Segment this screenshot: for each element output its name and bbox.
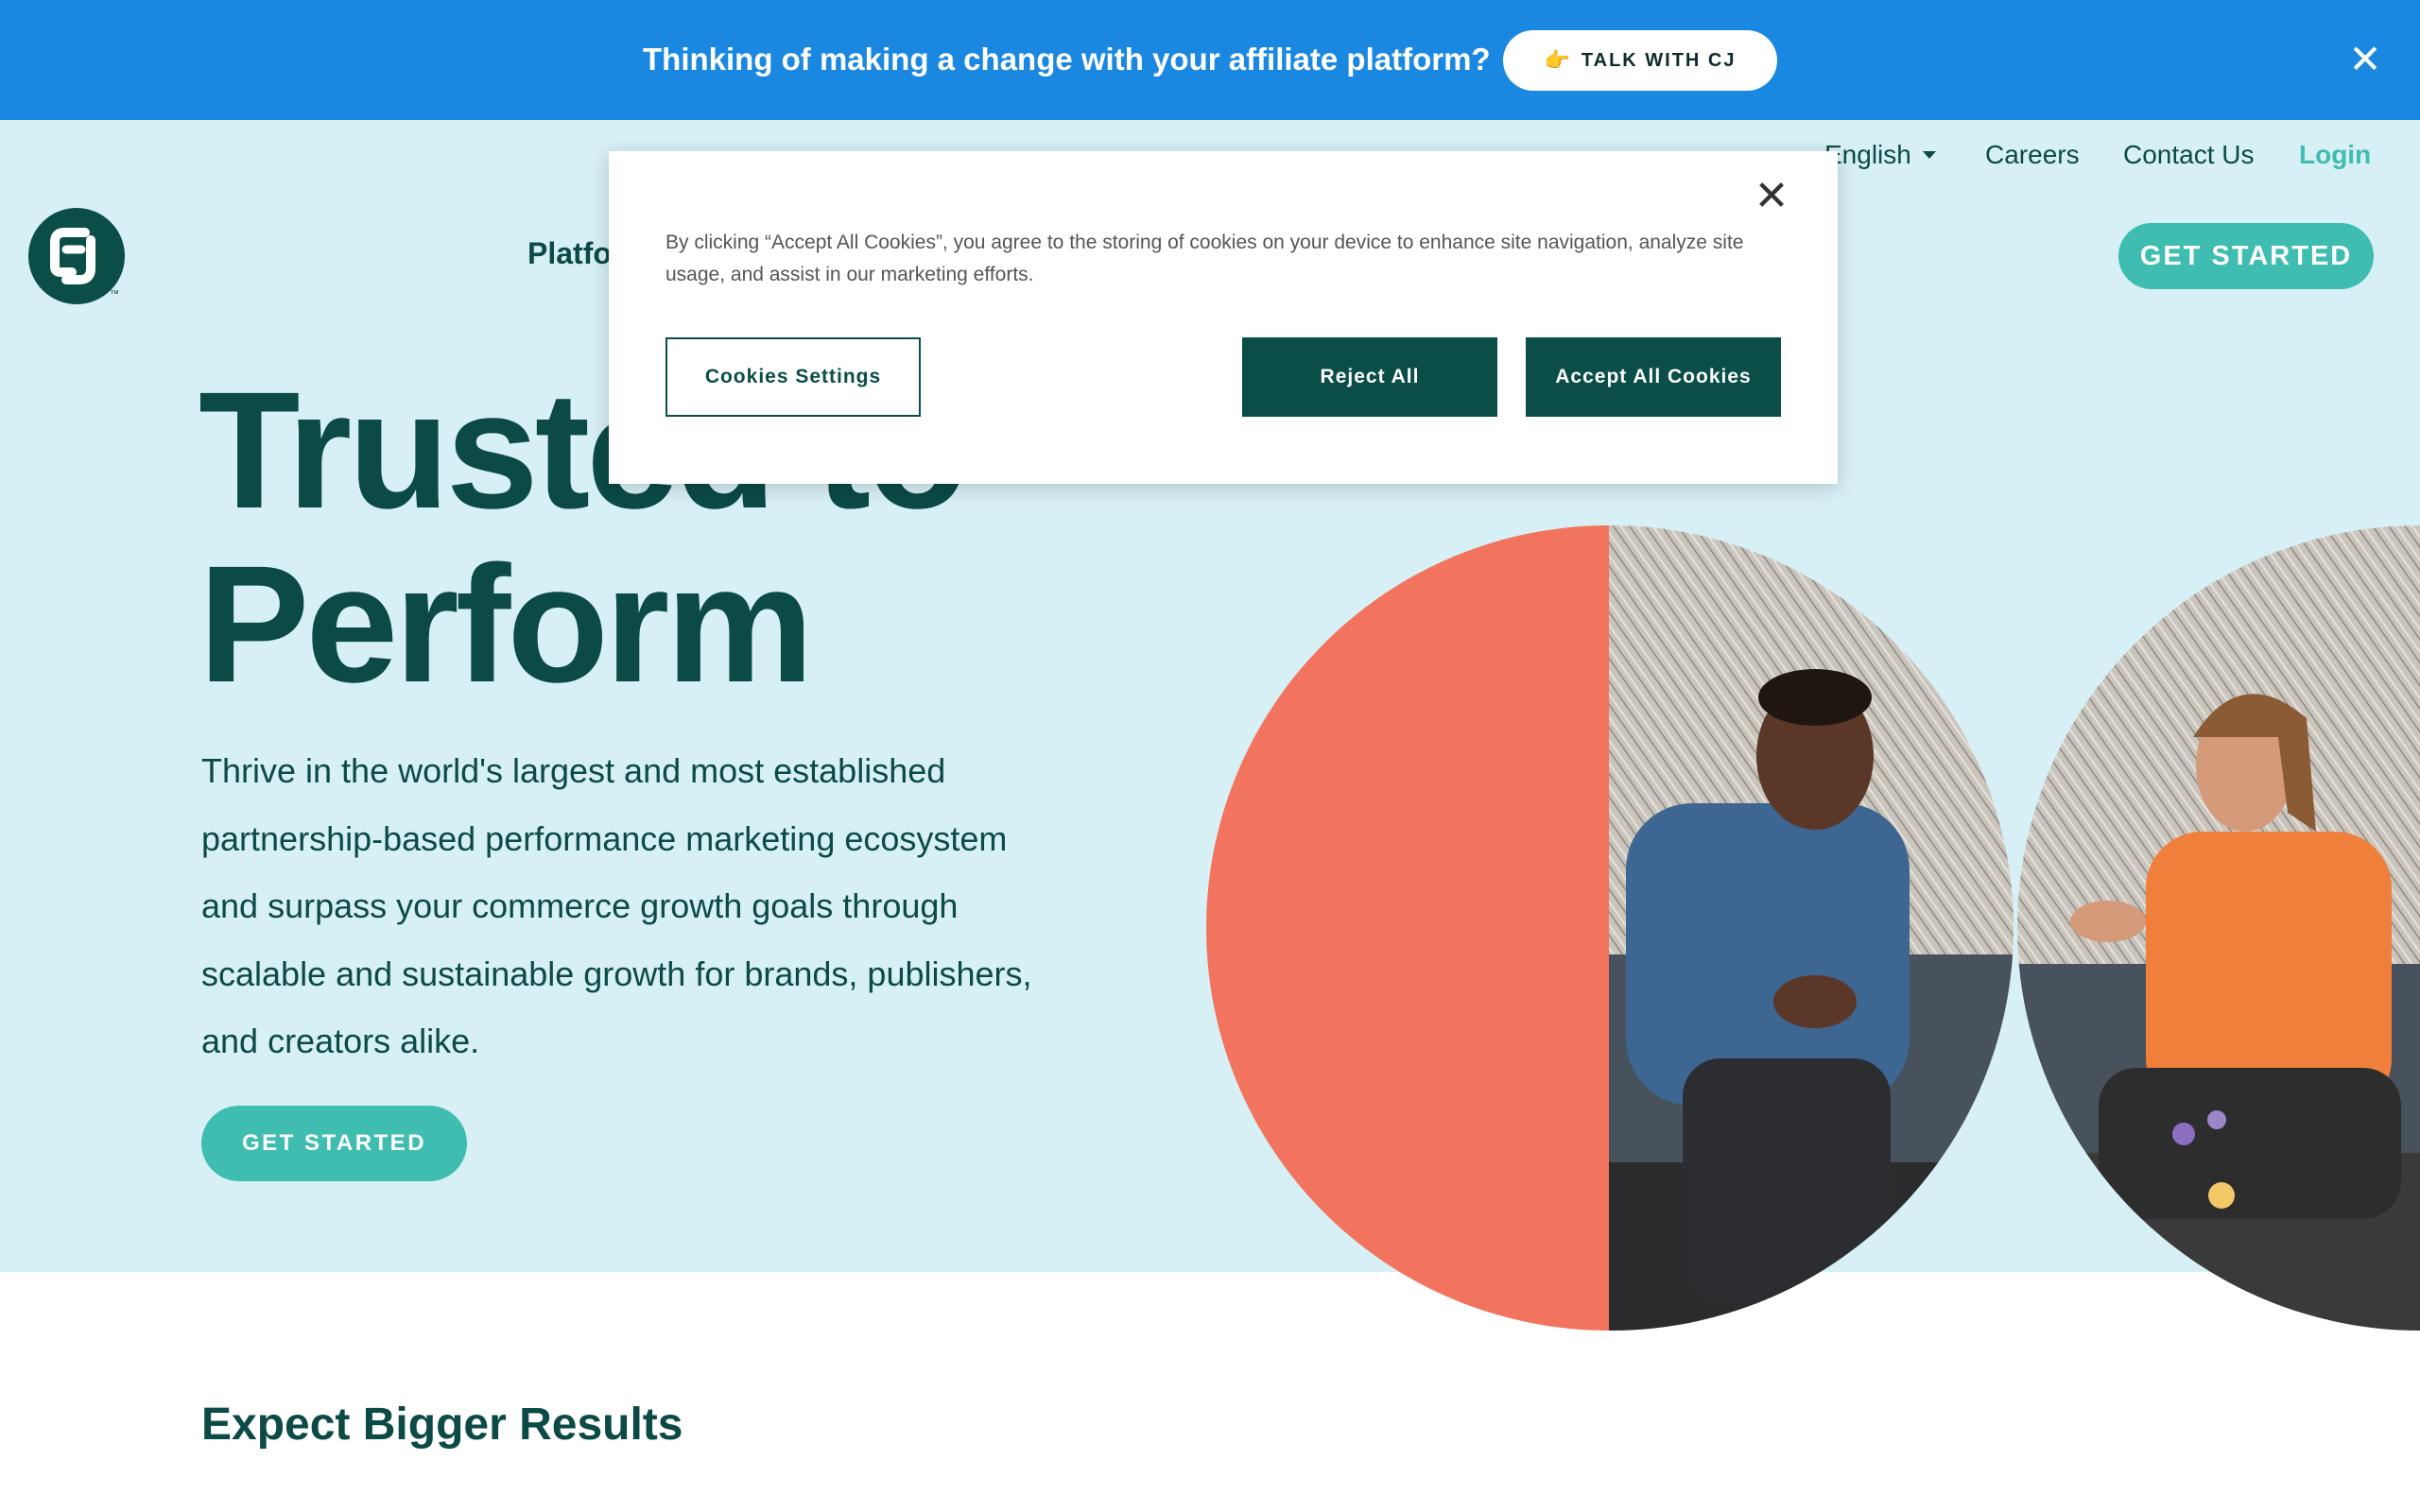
promo-banner: Thinking of making a change with your af… xyxy=(0,0,2420,120)
cookie-consent-modal: ✕ By clicking “Accept All Cookies”, you … xyxy=(609,151,1838,484)
cj-logo-mark-icon xyxy=(50,228,95,284)
get-started-hero-button[interactable]: GET STARTED xyxy=(201,1106,467,1181)
caret-down-icon xyxy=(1922,151,1936,159)
promo-text: Thinking of making a change with your af… xyxy=(643,42,1491,77)
close-icon[interactable]: ✕ xyxy=(2346,38,2384,81)
section-title: Expect Bigger Results xyxy=(201,1400,683,1450)
login-link[interactable]: Login xyxy=(2299,140,2371,170)
hero-subcopy: Thrive in the world's largest and most e… xyxy=(201,751,1032,1060)
cookie-consent-text: By clicking “Accept All Cookies”, you ag… xyxy=(666,232,1744,285)
trademark-mark: ™ xyxy=(110,289,119,300)
cookies-settings-button[interactable]: Cookies Settings xyxy=(666,337,921,417)
talk-with-cj-label: TALK WITH CJ xyxy=(1581,49,1737,71)
get-started-header-button[interactable]: GET STARTED xyxy=(2118,223,2374,289)
pointing-hand-icon: 👉 xyxy=(1544,48,1570,72)
contact-us-link[interactable]: Contact Us xyxy=(2123,140,2255,170)
language-selector[interactable]: English xyxy=(1824,140,1936,170)
close-icon[interactable]: ✕ xyxy=(1753,176,1790,217)
careers-link[interactable]: Careers xyxy=(1985,140,2080,170)
nav-item-platform[interactable]: Platfo xyxy=(527,236,612,271)
accept-all-cookies-button[interactable]: Accept All Cookies xyxy=(1526,337,1781,417)
hero-headline-line2: Perform xyxy=(199,532,814,717)
reject-all-button[interactable]: Reject All xyxy=(1242,337,1497,417)
talk-with-cj-button[interactable]: 👉 TALK WITH CJ xyxy=(1503,30,1777,91)
